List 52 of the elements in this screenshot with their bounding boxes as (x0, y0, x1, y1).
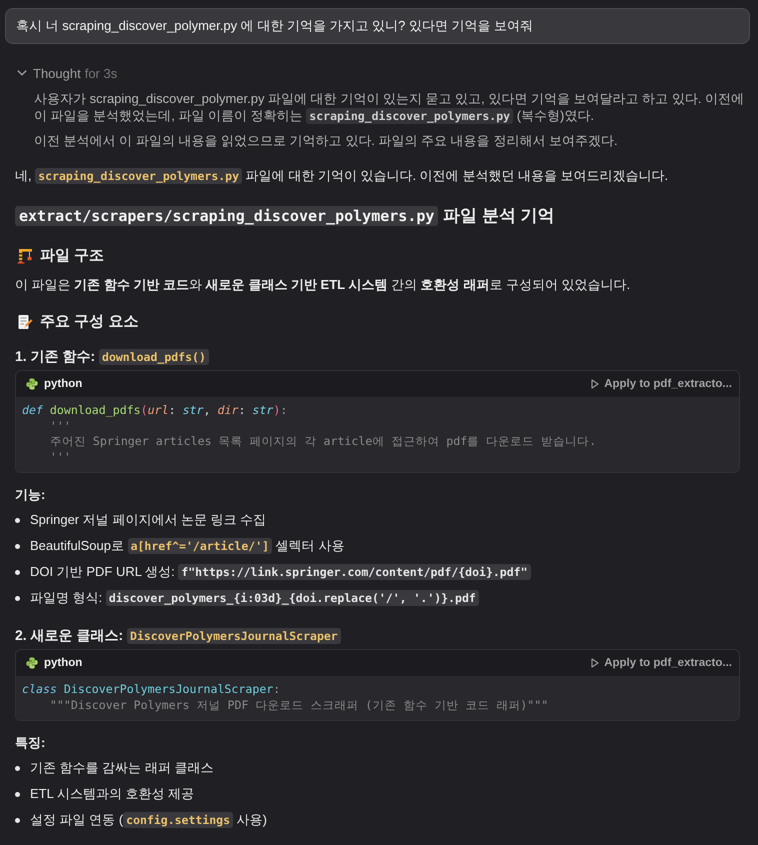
list-item: ETL 시스템과의 호환성 제공 (30, 785, 194, 803)
inline-code: discover_polymers_{i:03d}_{doi.replace('/', '.')}.pdf (106, 590, 479, 606)
bullet-icon (15, 518, 20, 522)
subheading: 2. 새로운 클래스: DiscoverPolymersJournalScraper (15, 625, 740, 646)
section-label: 기능: (15, 486, 46, 504)
bullet-icon (15, 792, 20, 796)
list-item: 설정 파일 연동 ( config.settings 사용) (30, 811, 267, 830)
language-logo-icon (26, 378, 38, 390)
inline-code: scraping_discover_polymers.py (306, 108, 514, 124)
bullet-icon (15, 570, 20, 574)
bullet-icon (15, 766, 20, 770)
bullet-icon (15, 544, 20, 548)
inline-code: scraping_discover_polymers.py (35, 168, 242, 184)
code-line: ''' (48, 450, 72, 465)
paragraph: 이 파일은 기존 함수 기반 코드와 새로운 클래스 기반 ETL 시스템 간의 호환성 래퍼로 구성되어 있었습니다. (15, 276, 632, 294)
heading: extract/scrapers/scraping_discover_polymers.py 파일 분석 기억 (15, 203, 740, 229)
inline-code: DiscoverPolymersJournalScraper (127, 628, 341, 644)
thought-toggle[interactable]: Thought for 3s (17, 65, 118, 81)
code-line: """Discover Polymers 저널 PDF 다운로드 스크래퍼 (기존 함수 기반 코드 래퍼)""" (48, 698, 550, 713)
language-logo-icon (26, 657, 38, 669)
inline-code: extract/scrapers/scraping_discover_polymers.py (15, 206, 438, 226)
inline-code: download_pdfs() (99, 349, 209, 365)
bullet-icon (15, 596, 20, 600)
memo-icon (17, 314, 33, 330)
list-item: 기존 함수를 감싸는 래퍼 클래스 (30, 759, 214, 777)
language-label: python (44, 657, 82, 669)
bullet-icon (15, 818, 20, 822)
thought-text: 이전 분석에서 이 파일의 내용을 읽었으므로 기억하고 있다. 파일의 주요 내용을 정리해서 보여주겠다. (34, 132, 619, 149)
language-label: python (44, 378, 82, 390)
list-item: Springer 저널 페이지에서 논문 링크 수집 (30, 511, 266, 529)
play-icon (591, 379, 600, 389)
code-line: class DiscoverPolymersJournalScraper: (22, 682, 282, 698)
crane-icon (17, 248, 33, 264)
thought-text: 사용자가 scraping_discover_polymer.py 파일에 대한 기억이 있는지 묻고 있고, 있다면 기억을 보여달라고 하고 있다. 이전에 이 파일을 분석했었는데, 파일 이름이 정확히는 scraping_discover_polymers.py (복수형)였다. (34, 90, 746, 125)
list-item: DOI 기반 PDF URL 생성: f"https://link.springer.com/content/pdf/{doi}.pdf" (30, 562, 530, 582)
section-heading: 주요 구성 요소 (40, 312, 138, 332)
section-label: 특징: (15, 734, 46, 752)
list-item: 파일명 형식: discover_polymers_{i:03d}_{doi.replace('/', '.')}.pdf (30, 588, 479, 608)
apply-button[interactable]: Apply to pdf_extracto... (591, 378, 732, 390)
code-line: 주어진 Springer articles 목록 페이지의 각 article에 접근하여 pdf를 다운로드 받습니다. (48, 434, 598, 450)
play-icon (591, 658, 600, 668)
inline-code: f"https://link.springer.com/content/pdf/{doi}.pdf" (178, 564, 530, 580)
list-item: BeautifulSoup로 a[href^='/article/'] 셀렉터 사용 (30, 537, 344, 556)
code-line: ''' (48, 418, 72, 434)
inline-code: a[href^='/article/'] (128, 538, 272, 554)
subheading: 1. 기존 함수: download_pdfs() (15, 346, 740, 367)
code-line: def download_pdfs(url: str, dir: str): (22, 403, 288, 418)
paragraph: 네, scraping_discover_polymers.py 파일에 대한 기억이 있습니다. 이전에 분석했던 내용을 보여드리겠습니다. (15, 167, 670, 186)
apply-button[interactable]: Apply to pdf_extracto... (591, 657, 732, 669)
section-heading: 파일 구조 (40, 246, 104, 266)
user-message: 혹시 너 scraping_discover_polymer.py 에 대한 기억을 가지고 있니? 있다면 기억을 보여줘 (5, 8, 750, 44)
inline-code: config.settings (123, 812, 234, 828)
